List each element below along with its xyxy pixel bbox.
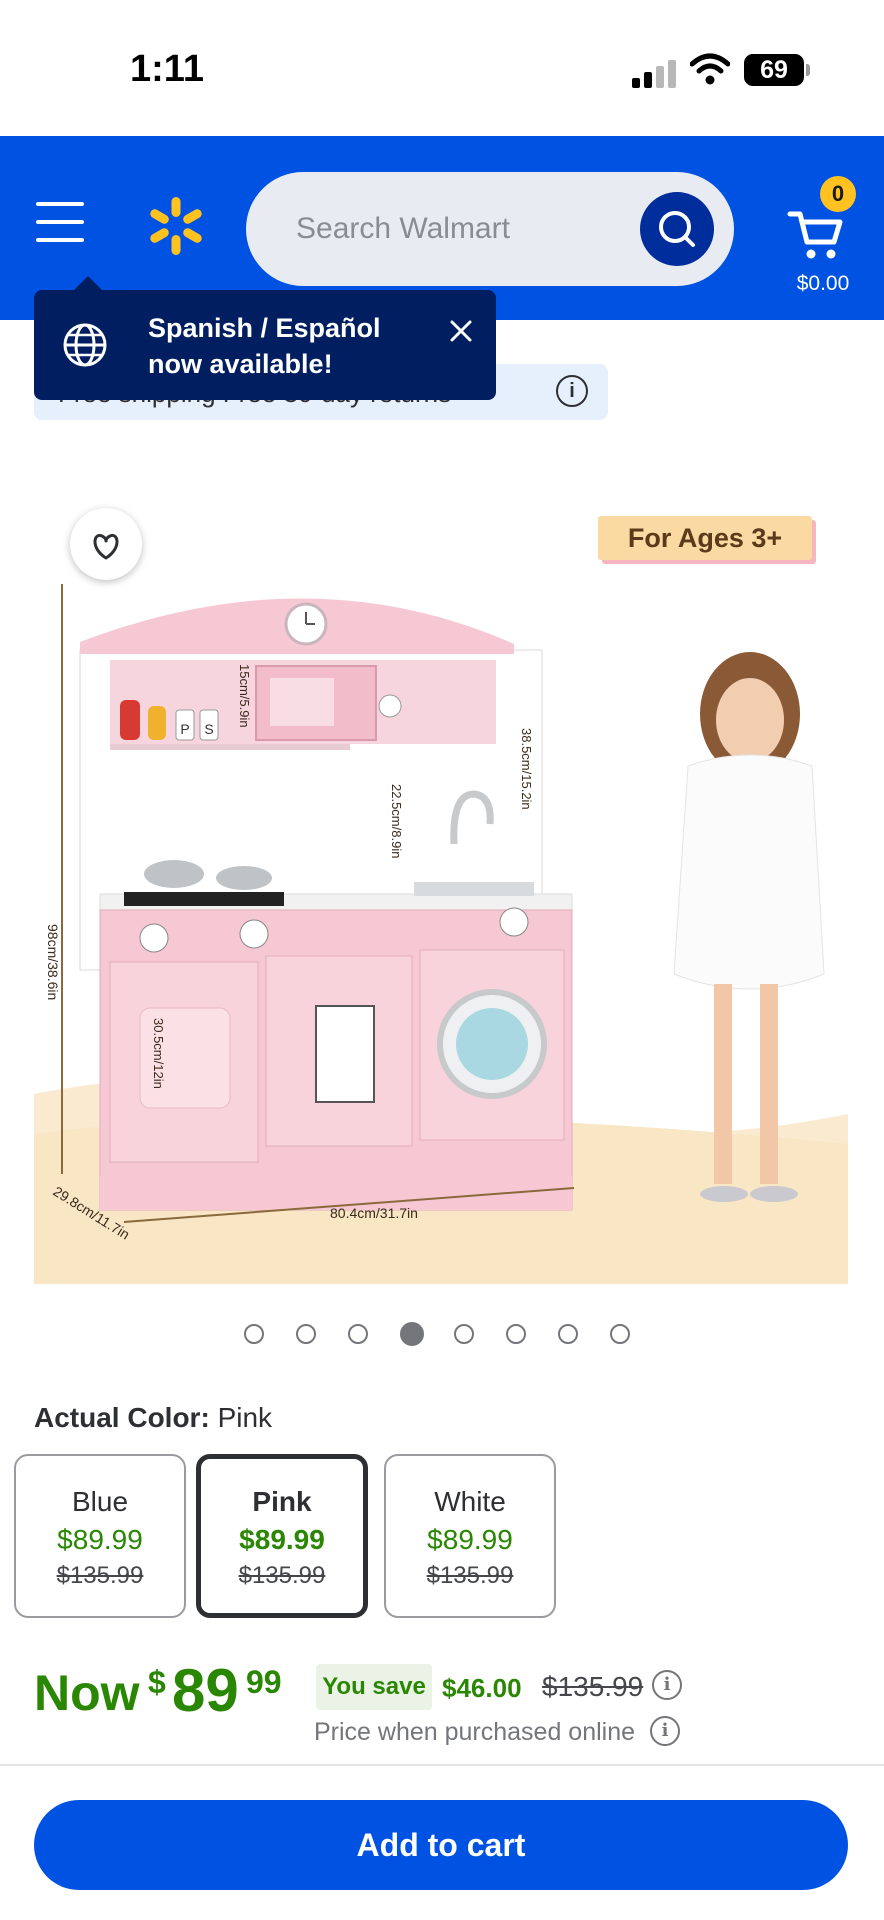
- info-icon[interactable]: i: [556, 375, 588, 407]
- dim-mid: 22.5cm/8.9in: [389, 784, 404, 858]
- divider: [0, 1764, 884, 1766]
- shaker-p-label: P: [180, 721, 189, 737]
- you-save-chip: You save: [316, 1664, 432, 1710]
- variant-white[interactable]: White $89.99 $135.99: [384, 1454, 556, 1618]
- variant-was-price: $135.99: [56, 1562, 144, 1589]
- product-image[interactable]: P S 98cm/38.6in 29.8cm/11.7in 80.4cm/31.…: [34, 494, 848, 1284]
- carousel-dot[interactable]: [296, 1324, 316, 1344]
- variant-blue[interactable]: Blue $89.99 $135.99: [14, 1454, 186, 1618]
- cart-count-badge: 0: [820, 176, 856, 212]
- search-icon: [659, 211, 695, 247]
- play-kitchen-illustration: P S 98cm/38.6in 29.8cm/11.7in 80.4cm/31.…: [34, 584, 848, 1284]
- price-currency: $: [148, 1664, 166, 1700]
- now-label: Now: [34, 1665, 140, 1721]
- status-bar: 1:11 69: [0, 0, 884, 136]
- tooltip-message: Spanish / Español now available!: [148, 310, 398, 382]
- variant-price: $89.99: [427, 1524, 513, 1555]
- walmart-spark-logo[interactable]: [146, 196, 206, 256]
- price-info-icon[interactable]: i: [652, 1670, 682, 1700]
- online-price-note: Price when purchased online: [314, 1718, 636, 1746]
- variant-pink[interactable]: Pink $89.99 $135.99: [196, 1454, 368, 1618]
- search-bar[interactable]: [246, 172, 734, 286]
- tooltip-line-2: now available!: [148, 349, 333, 379]
- variant-price: $89.99: [57, 1524, 143, 1555]
- price-cents: 99: [246, 1664, 282, 1700]
- tooltip-line-1: Spanish / Español: [148, 313, 381, 343]
- carousel-dot-active[interactable]: [400, 1322, 424, 1346]
- globe-icon: [63, 323, 107, 367]
- cart-total: $0.00: [796, 272, 850, 295]
- close-icon[interactable]: [444, 314, 478, 348]
- wifi-icon: [690, 53, 730, 85]
- battery-indicator: 69: [744, 54, 810, 86]
- search-button[interactable]: [640, 192, 714, 266]
- cellular-signal-icon: [632, 58, 676, 88]
- carousel-dot[interactable]: [454, 1324, 474, 1344]
- status-time: 1:11: [130, 48, 204, 90]
- color-label: Actual Color: Pink: [34, 1402, 272, 1434]
- color-label-key: Actual Color:: [34, 1402, 210, 1433]
- carousel-dot[interactable]: [348, 1324, 368, 1344]
- dim-height: 98cm/38.6in: [45, 924, 61, 1000]
- language-tooltip: Spanish / Español now available!: [34, 276, 496, 400]
- carousel-dot[interactable]: [558, 1324, 578, 1344]
- dim-top: 38.5cm/15.2in: [519, 728, 534, 810]
- variant-name: Blue: [71, 1486, 129, 1517]
- carousel-dot[interactable]: [610, 1324, 630, 1344]
- variant-was-price: $135.99: [426, 1562, 514, 1589]
- menu-icon[interactable]: [36, 202, 86, 242]
- age-badge: For Ages 3+: [598, 516, 812, 560]
- carousel-dot[interactable]: [506, 1324, 526, 1344]
- add-to-cart-button[interactable]: Add to cart: [34, 1800, 848, 1890]
- online-price-info-icon[interactable]: i: [650, 1716, 680, 1746]
- dim-shelf: 15cm/5.9in: [237, 664, 252, 728]
- variant-name: Pink: [252, 1486, 312, 1517]
- cart-button[interactable]: 0 $0.00: [780, 176, 880, 295]
- dim-door: 30.5cm/12in: [151, 1018, 166, 1089]
- child-figure: [673, 652, 825, 1202]
- variant-name: White: [434, 1486, 506, 1517]
- dim-width: 80.4cm/31.7in: [330, 1205, 418, 1221]
- heart-icon: [93, 533, 119, 560]
- color-label-value: Pink: [217, 1402, 273, 1433]
- carousel-dot[interactable]: [244, 1324, 264, 1344]
- favorite-button[interactable]: [70, 508, 142, 580]
- variant-was-price: $135.99: [238, 1562, 326, 1589]
- save-amount: $46.00: [442, 1673, 522, 1703]
- was-price: $135.99: [542, 1671, 644, 1702]
- shaker-s-label: S: [204, 721, 213, 737]
- search-input[interactable]: [296, 204, 596, 254]
- price-dollars: 89: [172, 1657, 239, 1724]
- cart-icon: [787, 211, 843, 259]
- variant-price: $89.99: [239, 1524, 325, 1555]
